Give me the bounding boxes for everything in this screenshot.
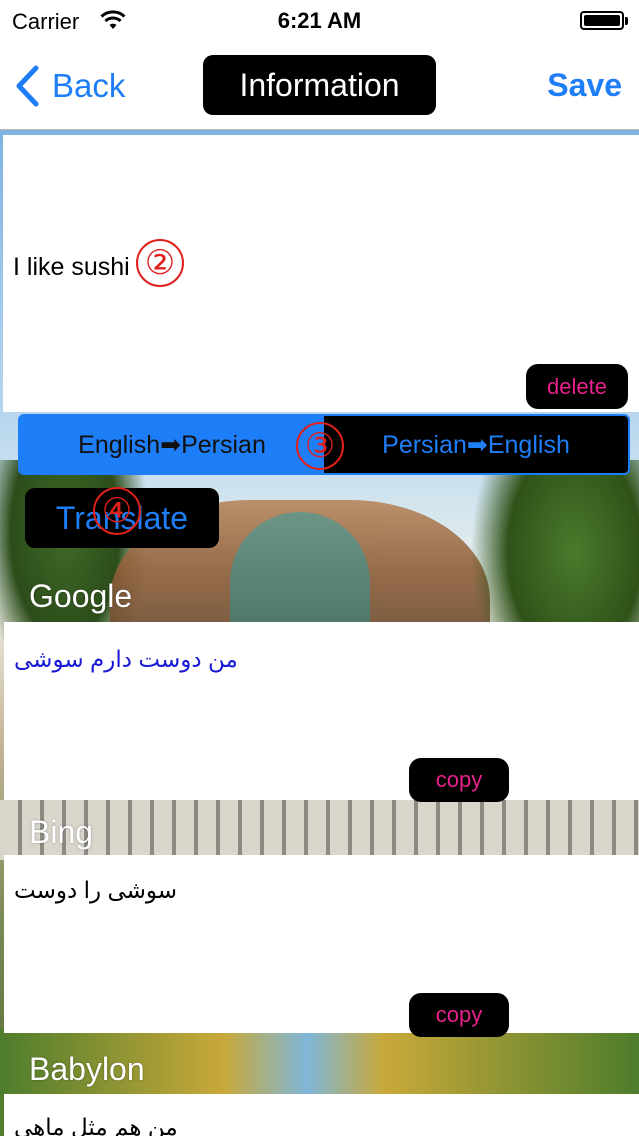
- navigation-bar: Back Information Save: [0, 40, 639, 130]
- back-label: Back: [52, 67, 126, 104]
- source-text[interactable]: I like sushi: [13, 253, 130, 282]
- bing-copy-button[interactable]: copy: [409, 993, 509, 1037]
- battery-icon: [580, 11, 628, 30]
- step-marker-3: ③: [296, 422, 344, 470]
- babylon-result-text: من هم مثل ماهی: [14, 1114, 178, 1136]
- back-button[interactable]: Back: [14, 64, 125, 108]
- google-copy-button[interactable]: copy: [409, 758, 509, 802]
- delete-button[interactable]: delete: [526, 364, 628, 409]
- bing-section-label: Bing: [29, 814, 94, 850]
- colonnade-building: [0, 800, 639, 860]
- bing-result-panel: سوشی را دوست copy: [4, 855, 639, 1037]
- babylon-section-label: Babylon: [29, 1051, 145, 1087]
- chevron-left-icon: [16, 65, 39, 107]
- google-section-label: Google: [29, 578, 133, 614]
- segment-persian-to-english[interactable]: Persian➡English: [324, 416, 628, 473]
- babylon-result-panel: من هم مثل ماهی: [4, 1094, 639, 1136]
- google-result-panel: من دوست دارم سوشی copy: [4, 622, 639, 802]
- source-text-area[interactable]: I like sushi delete: [3, 135, 639, 412]
- save-button[interactable]: Save: [547, 67, 622, 104]
- clock: 6:21 AM: [277, 8, 362, 33]
- google-result-text: من دوست دارم سوشی: [14, 646, 238, 672]
- bing-result-text: سوشی را دوست: [14, 877, 178, 903]
- step-marker-4: ④: [93, 487, 141, 535]
- status-bar: Carrier 6:21 AM: [0, 0, 639, 40]
- step-marker-2: ②: [136, 239, 184, 287]
- page-title: Information: [203, 55, 436, 115]
- segment-english-to-persian[interactable]: English➡Persian: [20, 416, 324, 473]
